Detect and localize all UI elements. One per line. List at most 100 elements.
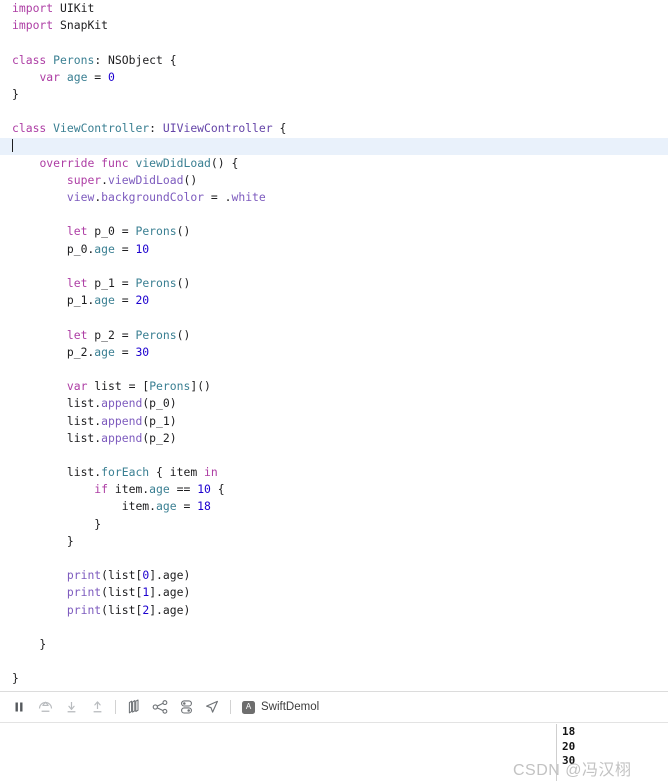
code-line[interactable]: list.append(p_2)	[0, 430, 668, 447]
code-token: forEach	[101, 465, 150, 480]
code-line[interactable]: let p_1 = Perons()	[0, 275, 668, 292]
memory-graph-button[interactable]	[147, 694, 173, 720]
code-token: p_1 =	[87, 276, 136, 290]
code-token: super	[66, 172, 102, 187]
code-line[interactable]: }	[0, 636, 668, 653]
code-token: append	[101, 430, 143, 445]
code-line[interactable]	[0, 103, 668, 120]
code-line[interactable]: }	[0, 516, 668, 533]
text-cursor	[12, 138, 13, 152]
code-token: : NSObject {	[94, 52, 177, 67]
code-token: item.	[108, 482, 150, 497]
code-token: =	[87, 69, 109, 84]
code-line[interactable]	[0, 258, 668, 275]
code-line[interactable]: class ViewController: UIViewController {	[0, 120, 668, 137]
code-token: p_2.	[12, 344, 95, 359]
code-line[interactable]	[0, 653, 668, 670]
code-token: (list[	[101, 568, 143, 583]
code-token: 10	[135, 241, 150, 256]
code-token: .	[101, 172, 109, 187]
code-line[interactable]: import SnapKit	[0, 17, 668, 34]
code-line[interactable]: override func viewDidLoad() {	[0, 155, 668, 172]
code-line[interactable]: view.backgroundColor = .white	[0, 189, 668, 206]
code-token: :	[149, 121, 163, 136]
code-line[interactable]	[0, 206, 668, 223]
toolbar-separator-2	[230, 700, 231, 714]
code-line[interactable]: var age = 0	[0, 69, 668, 86]
code-line[interactable]: p_1.age = 20	[0, 292, 668, 309]
step-into-button[interactable]	[58, 694, 84, 720]
code-token: ()	[176, 276, 191, 290]
code-token: =	[114, 293, 136, 308]
process-name: SwiftDemol	[261, 701, 320, 713]
code-token: = .	[204, 190, 232, 205]
code-token: func	[101, 155, 129, 170]
code-line[interactable]: list.forEach { item in	[0, 464, 668, 481]
code-token: import	[12, 1, 54, 15]
code-line[interactable]: print(list[1].age)	[0, 584, 668, 601]
code-token: let	[66, 224, 88, 239]
pause-button[interactable]	[6, 694, 32, 720]
code-line[interactable]	[0, 619, 668, 636]
code-line[interactable]: }	[0, 86, 668, 103]
step-out-icon	[93, 700, 101, 712]
code-line[interactable]: print(list[0].age)	[0, 567, 668, 584]
code-line[interactable]: let p_0 = Perons()	[0, 223, 668, 240]
code-token: (p_2)	[142, 430, 177, 445]
code-line[interactable]: var list = [Perons]()	[0, 378, 668, 395]
code-token: p_0.	[12, 241, 95, 256]
code-token: print	[66, 585, 102, 600]
code-line[interactable]: super.viewDidLoad()	[0, 172, 668, 189]
code-line[interactable]: list.append(p_1)	[0, 413, 668, 430]
environment-overrides-button[interactable]	[173, 694, 199, 720]
code-line[interactable]	[0, 34, 668, 51]
step-out-button[interactable]	[84, 694, 110, 720]
code-token: UIViewController	[162, 121, 273, 136]
code-token: 0	[108, 69, 115, 84]
code-line[interactable]	[0, 137, 668, 155]
code-line[interactable]: }	[0, 670, 668, 687]
code-token: class	[12, 121, 47, 136]
code-line[interactable]: print(list[2].age)	[0, 602, 668, 619]
code-token: list.	[12, 396, 102, 411]
code-token: =	[176, 499, 198, 514]
code-token: Perons	[135, 276, 177, 290]
code-token: age	[66, 69, 88, 84]
debugged-process[interactable]: A SwiftDemol	[242, 700, 320, 714]
code-line[interactable]: class Perons: NSObject {	[0, 52, 668, 69]
code-token: {	[210, 482, 225, 497]
code-token: item.	[12, 499, 157, 514]
location-arrow-icon	[206, 700, 218, 713]
code-line[interactable]: list.append(p_0)	[0, 395, 668, 412]
code-line[interactable]: let p_2 = Perons()	[0, 327, 668, 344]
code-token: append	[101, 413, 143, 428]
simulate-location-button[interactable]	[199, 694, 225, 720]
debug-toolbar: A SwiftDemol	[0, 691, 668, 723]
code-editor[interactable]: import UIKit import SnapKit class Perons:…	[0, 0, 668, 691]
view-hierarchy-button[interactable]	[121, 694, 147, 720]
code-token: viewDidLoad	[108, 172, 184, 187]
code-line[interactable]: }	[0, 533, 668, 550]
code-line[interactable]: if item.age == 10 {	[0, 481, 668, 498]
code-line[interactable]: p_0.age = 10	[0, 241, 668, 258]
code-line[interactable]	[0, 447, 668, 464]
code-line[interactable]: item.age = 18	[0, 498, 668, 515]
step-over-button[interactable]	[32, 694, 58, 720]
code-token: print	[66, 602, 102, 617]
code-line[interactable]	[0, 309, 668, 326]
code-line[interactable]: import UIKit	[0, 0, 668, 17]
code-line[interactable]: p_2.age = 30	[0, 344, 668, 361]
code-line[interactable]	[0, 361, 668, 378]
code-token: SnapKit	[53, 18, 109, 33]
code-token: }	[12, 86, 19, 101]
code-token: }	[12, 671, 19, 686]
code-token: ]()	[190, 379, 211, 394]
code-line[interactable]	[0, 550, 668, 567]
code-token: 20	[135, 293, 150, 308]
code-token: ViewController	[53, 121, 150, 136]
